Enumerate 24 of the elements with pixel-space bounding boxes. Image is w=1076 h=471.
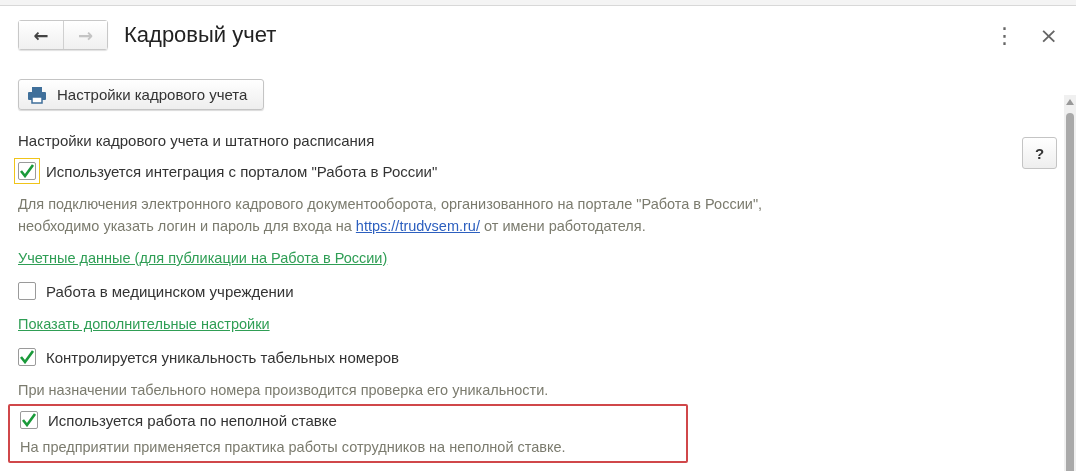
help-button[interactable]: ? [1022, 137, 1057, 169]
close-button[interactable]: × [1039, 22, 1058, 48]
checkbox[interactable] [14, 158, 40, 184]
checkbox-label: Контролируется уникальность табельных номеров [46, 348, 400, 366]
settings-link[interactable]: Учетные данные (для публикации на Работа в России) [18, 242, 388, 274]
checkbox-label: Работа в медицинском учреждении [46, 282, 294, 300]
scroll-up-arrow-icon[interactable] [1066, 99, 1074, 105]
url-link[interactable]: https://trudvsem.ru/ [355, 218, 480, 234]
back-button[interactable]: ← [19, 21, 63, 49]
scrollbar[interactable] [1064, 95, 1076, 471]
settings-link[interactable]: Показать дополнительные настройки [18, 308, 270, 340]
checkbox-label: Используется интеграция с порталом "Работа в России" [46, 162, 438, 180]
description-text: Для подключения электронного кадрового документооборота, организованного на портале "Работа в России", необходимо указать логин и пароль для входа на https://trudvsem.ru/ от имени работодателя. [18, 195, 763, 236]
settings-button[interactable]: Настройки кадрового учета [18, 79, 265, 110]
printer-icon [27, 85, 47, 104]
checkmark-icon [21, 413, 37, 427]
checkmark-icon [19, 350, 35, 364]
description-text: На предприятии применяется практика работы сотрудников на неполной ставке. [20, 438, 567, 457]
more-menu-button[interactable]: ⋮ [993, 22, 1016, 48]
section-heading: Настройки кадрового учета и штатного расписания [18, 130, 375, 151]
checkbox-label: Используется работа по неполной ставке [48, 411, 337, 429]
checkmark-icon [19, 164, 35, 178]
window-title: Кадровый учет [124, 22, 278, 48]
description-text: При назначении табельного номера производится проверка его уникальности. [18, 381, 549, 400]
